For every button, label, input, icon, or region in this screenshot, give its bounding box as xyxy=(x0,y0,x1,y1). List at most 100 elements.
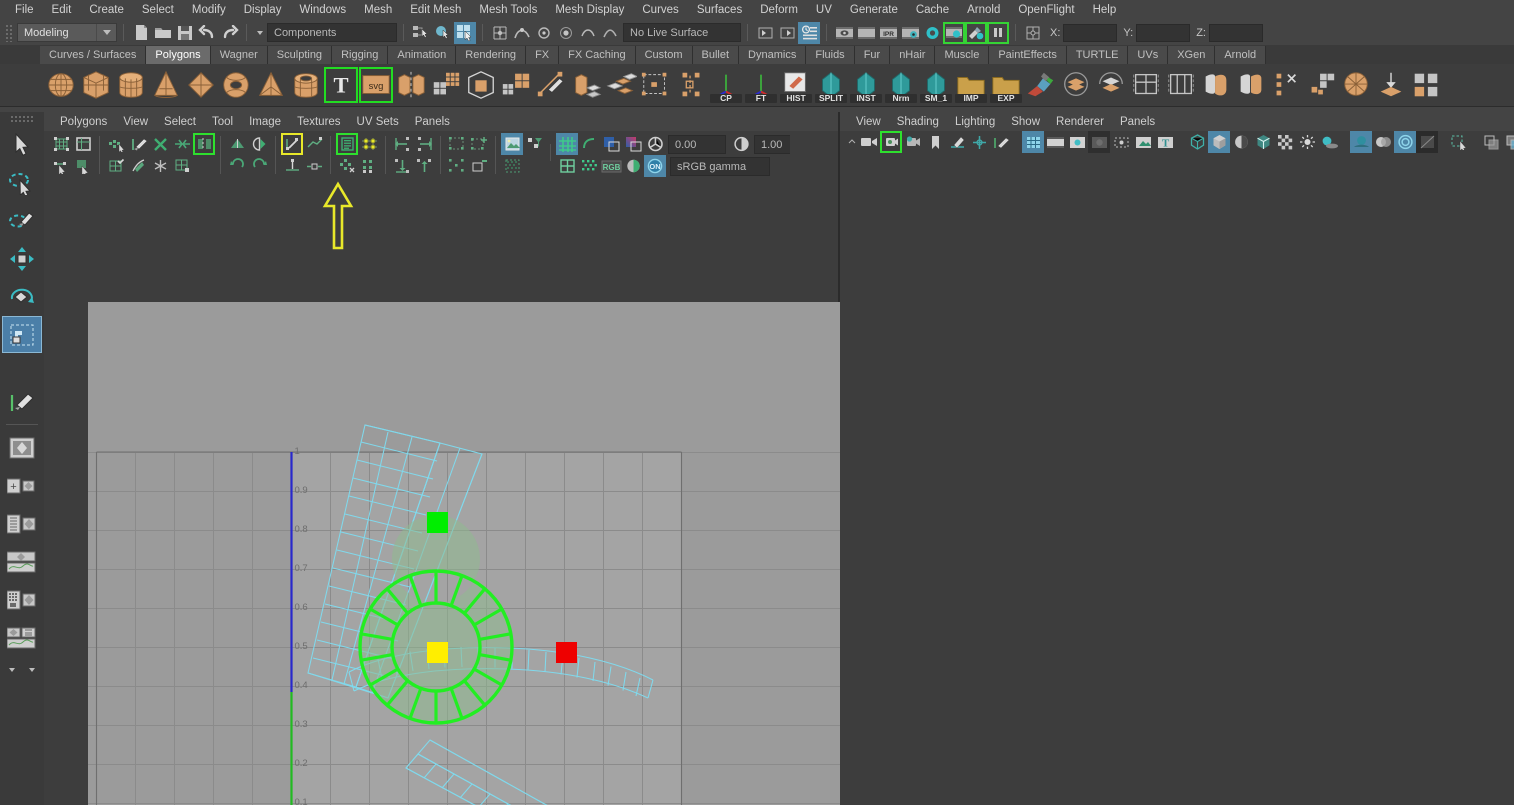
text-overlay-icon[interactable]: T xyxy=(1154,131,1176,153)
menu-help[interactable]: Help xyxy=(1084,0,1126,20)
uv-rotate-cw-icon[interactable] xyxy=(248,155,270,177)
isolate-select-icon[interactable] xyxy=(1448,131,1470,153)
image-plane-icon[interactable] xyxy=(946,131,968,153)
shelf-tab-dynamics[interactable]: Dynamics xyxy=(739,46,807,64)
uv-dim-image-icon[interactable] xyxy=(501,155,523,177)
menu-openflight[interactable]: OpenFlight xyxy=(1009,0,1083,20)
extrude-icon[interactable] xyxy=(569,67,603,103)
viewport-menu-view[interactable]: View xyxy=(848,116,889,128)
center-pivot-icon[interactable]: CP xyxy=(709,67,743,103)
shelf-tab-fx[interactable]: FX xyxy=(526,46,560,64)
uv-stack-shells-icon[interactable] xyxy=(468,155,490,177)
uv-pixel-snap-icon[interactable] xyxy=(578,133,600,155)
four-view-layout[interactable] xyxy=(2,429,42,466)
snap-to-view-plane-icon[interactable] xyxy=(577,22,599,44)
uv-menu-image[interactable]: Image xyxy=(241,116,289,128)
uv-exposure-input[interactable]: 0.00 xyxy=(668,135,726,154)
poly-torus-icon[interactable] xyxy=(219,67,253,103)
quad-draw-grid-icon[interactable] xyxy=(429,67,463,103)
uv-channel-rgb-icon[interactable]: RGB xyxy=(600,155,622,177)
shelf-tab-bullet[interactable]: Bullet xyxy=(692,46,740,64)
viewport-menu-show[interactable]: Show xyxy=(1003,116,1048,128)
uv-color-space-field[interactable]: sRGB gamma xyxy=(670,157,770,176)
uv-unfold-icon[interactable] xyxy=(226,133,248,155)
xray-icon[interactable] xyxy=(1480,131,1502,153)
menu-set-selector[interactable]: Modeling xyxy=(17,23,117,42)
delete-edge-vertex-icon[interactable] xyxy=(1269,67,1303,103)
lasso-select-tool[interactable] xyxy=(2,164,42,201)
poly-plane-icon[interactable] xyxy=(184,67,218,103)
select-by-object-icon[interactable] xyxy=(432,22,454,44)
poly-cube-icon[interactable] xyxy=(79,67,113,103)
menu-display[interactable]: Display xyxy=(235,0,291,20)
shelf-tab-rendering[interactable]: Rendering xyxy=(456,46,527,64)
poly-pyramid-icon[interactable] xyxy=(254,67,288,103)
uv-layout-icon[interactable] xyxy=(336,133,358,155)
uv-snap-together-icon[interactable] xyxy=(358,133,380,155)
rotate-tool[interactable] xyxy=(2,278,42,315)
multi-cut-icon[interactable] xyxy=(534,67,568,103)
smooth-1-icon[interactable]: SM_1 xyxy=(919,67,953,103)
shadows-icon[interactable] xyxy=(1318,131,1340,153)
move-tool[interactable] xyxy=(2,240,42,277)
shelf-tab-fur[interactable]: Fur xyxy=(854,46,891,64)
transfer-attributes-icon[interactable] xyxy=(674,67,708,103)
menu-select[interactable]: Select xyxy=(133,0,183,20)
viewport-menu-shading[interactable]: Shading xyxy=(889,116,947,128)
persp-graph-outliner-layout[interactable] xyxy=(2,619,42,656)
paint-select-tool[interactable] xyxy=(2,202,42,239)
uv-color-channel-icon[interactable] xyxy=(622,155,644,177)
shelf-tab-sculpting[interactable]: Sculpting xyxy=(267,46,333,64)
uv-menu-view[interactable]: View xyxy=(115,116,156,128)
shelf-tab-fluids[interactable]: Fluids xyxy=(806,46,855,64)
uv-straighten-shell-icon[interactable] xyxy=(281,133,303,155)
gate-mask-icon[interactable] xyxy=(1088,131,1110,153)
uv-gamma-icon[interactable] xyxy=(730,133,752,155)
merge-vertices-icon[interactable] xyxy=(1304,67,1338,103)
uv-move-right-icon[interactable] xyxy=(413,133,435,155)
menu-curves[interactable]: Curves xyxy=(633,0,687,20)
uv-sew-uvs-icon[interactable] xyxy=(171,133,193,155)
new-scene-icon[interactable] xyxy=(130,22,152,44)
sculpt-geometry-icon[interactable] xyxy=(1024,67,1058,103)
menu-mesh[interactable]: Mesh xyxy=(355,0,401,20)
flatten-faces-icon[interactable] xyxy=(1374,67,1408,103)
uv-rotate-ccw-icon[interactable] xyxy=(226,155,248,177)
smooth-mesh-icon[interactable] xyxy=(1059,67,1093,103)
layout-next-chevron-icon[interactable] xyxy=(23,662,41,678)
film-gate-icon[interactable] xyxy=(1044,131,1066,153)
viewport-menu-lighting[interactable]: Lighting xyxy=(947,116,1003,128)
camera-settings-icon[interactable] xyxy=(902,131,924,153)
menu-edit-mesh[interactable]: Edit Mesh xyxy=(401,0,470,20)
shelf-tab-polygons[interactable]: Polygons xyxy=(146,46,211,64)
undo-icon[interactable] xyxy=(196,22,218,44)
coord-x-input[interactable] xyxy=(1063,23,1118,42)
offset-edge-loop-icon[interactable] xyxy=(1199,67,1233,103)
menu-windows[interactable]: Windows xyxy=(290,0,355,20)
import-icon[interactable]: IMP xyxy=(954,67,988,103)
motion-blur-icon[interactable] xyxy=(1372,131,1394,153)
open-scene-icon[interactable] xyxy=(152,22,174,44)
normals-icon[interactable]: Nrm xyxy=(884,67,918,103)
uv-checker-icon[interactable] xyxy=(578,155,600,177)
single-perspective-layout[interactable]: + xyxy=(2,467,42,504)
render-settings-icon[interactable] xyxy=(899,22,921,44)
menu-deform[interactable]: Deform xyxy=(751,0,807,20)
two-d-pan-zoom-icon[interactable] xyxy=(968,131,990,153)
uv-menu-select[interactable]: Select xyxy=(156,116,204,128)
uv-menu-polygons[interactable]: Polygons xyxy=(52,116,115,128)
uv-grid-lines-icon[interactable] xyxy=(556,155,578,177)
uv-exposure-aperture-icon[interactable] xyxy=(644,133,666,155)
menu-create[interactable]: Create xyxy=(80,0,133,20)
persp-outliner-layout[interactable] xyxy=(2,505,42,542)
shelf-tab-fx-caching[interactable]: FX Caching xyxy=(559,46,636,64)
freeze-transform-icon[interactable]: FT xyxy=(744,67,778,103)
uv-cut-uvs-icon[interactable] xyxy=(149,133,171,155)
uv-spread-icon[interactable] xyxy=(446,155,468,177)
split-mesh-icon[interactable]: SPLIT xyxy=(814,67,848,103)
select-tool[interactable] xyxy=(2,126,42,163)
menu-surfaces[interactable]: Surfaces xyxy=(688,0,751,20)
camera-attributes-icon[interactable] xyxy=(880,131,902,153)
shelf-tab-uvs[interactable]: UVs xyxy=(1128,46,1169,64)
wireframe-shading-icon[interactable] xyxy=(1186,131,1208,153)
